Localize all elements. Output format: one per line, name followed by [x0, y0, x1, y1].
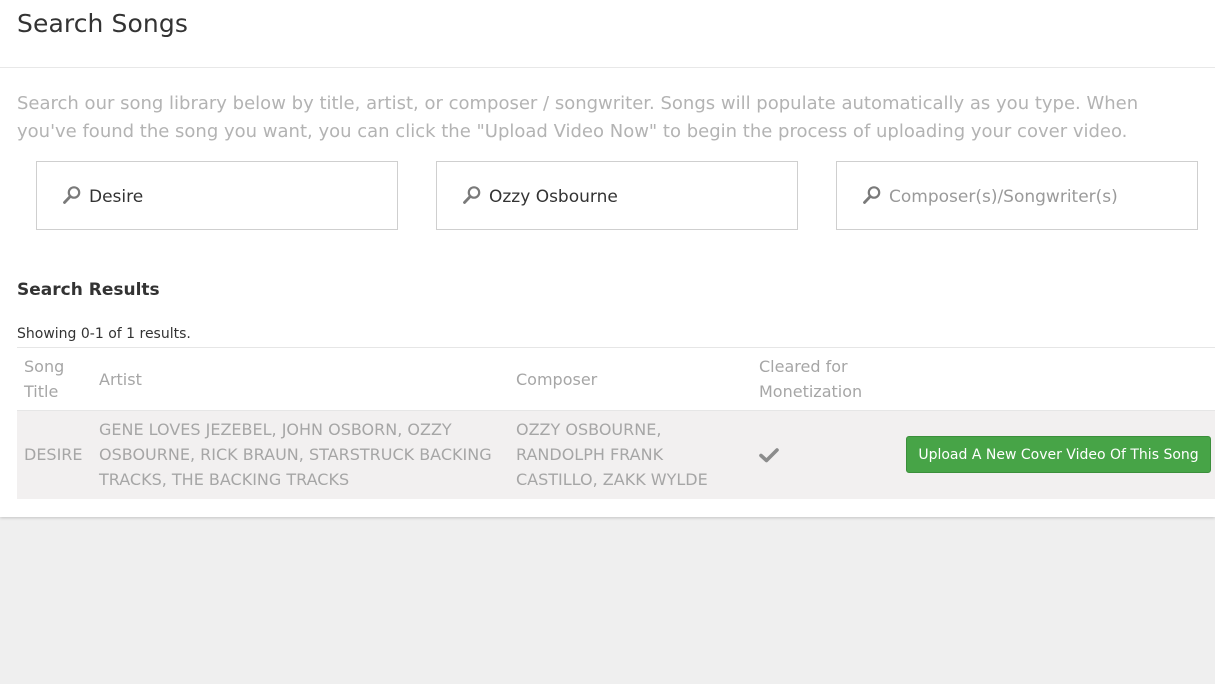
results-summary: Showing 0-1 of 1 results. [17, 326, 191, 342]
main-panel: Search Songs Search our song library bel… [0, 0, 1215, 517]
composer-search-box[interactable] [836, 161, 1198, 230]
column-header-cleared[interactable]: Cleared for Monetization [752, 347, 902, 411]
search-icon [63, 186, 81, 204]
search-icon [463, 186, 481, 204]
results-table: Song Title Artist Composer Cleared for M… [17, 347, 1215, 499]
cell-cleared [752, 410, 902, 499]
composer-input[interactable] [889, 184, 1179, 210]
column-header-action [902, 347, 1215, 411]
search-icon [863, 186, 881, 204]
table-header-row: Song Title Artist Composer Cleared for M… [17, 347, 1215, 411]
song-title-input[interactable] [89, 184, 379, 210]
search-results-heading: Search Results [17, 280, 160, 300]
cell-artist: GENE LOVES JEZEBEL, JOHN OSBORN, OZZY OS… [92, 410, 509, 499]
cell-composer: OZZY OSBOURNE, RANDOLPH FRANK CASTILLO, … [509, 410, 752, 499]
song-title-search-box[interactable] [36, 161, 398, 230]
column-header-song-title[interactable]: Song Title [17, 347, 92, 411]
cell-song-title: DESIRE [17, 410, 92, 499]
column-header-artist[interactable]: Artist [92, 347, 509, 411]
check-icon [759, 447, 779, 463]
artist-input[interactable] [489, 184, 779, 210]
page-title: Search Songs [17, 9, 188, 38]
page-header: Search Songs [0, 0, 1215, 68]
artist-search-box[interactable] [436, 161, 798, 230]
intro-text: Search our song library below by title, … [17, 93, 1139, 142]
upload-cover-video-button[interactable]: Upload A New Cover Video Of This Song [906, 436, 1211, 473]
column-header-composer[interactable]: Composer [509, 347, 752, 411]
